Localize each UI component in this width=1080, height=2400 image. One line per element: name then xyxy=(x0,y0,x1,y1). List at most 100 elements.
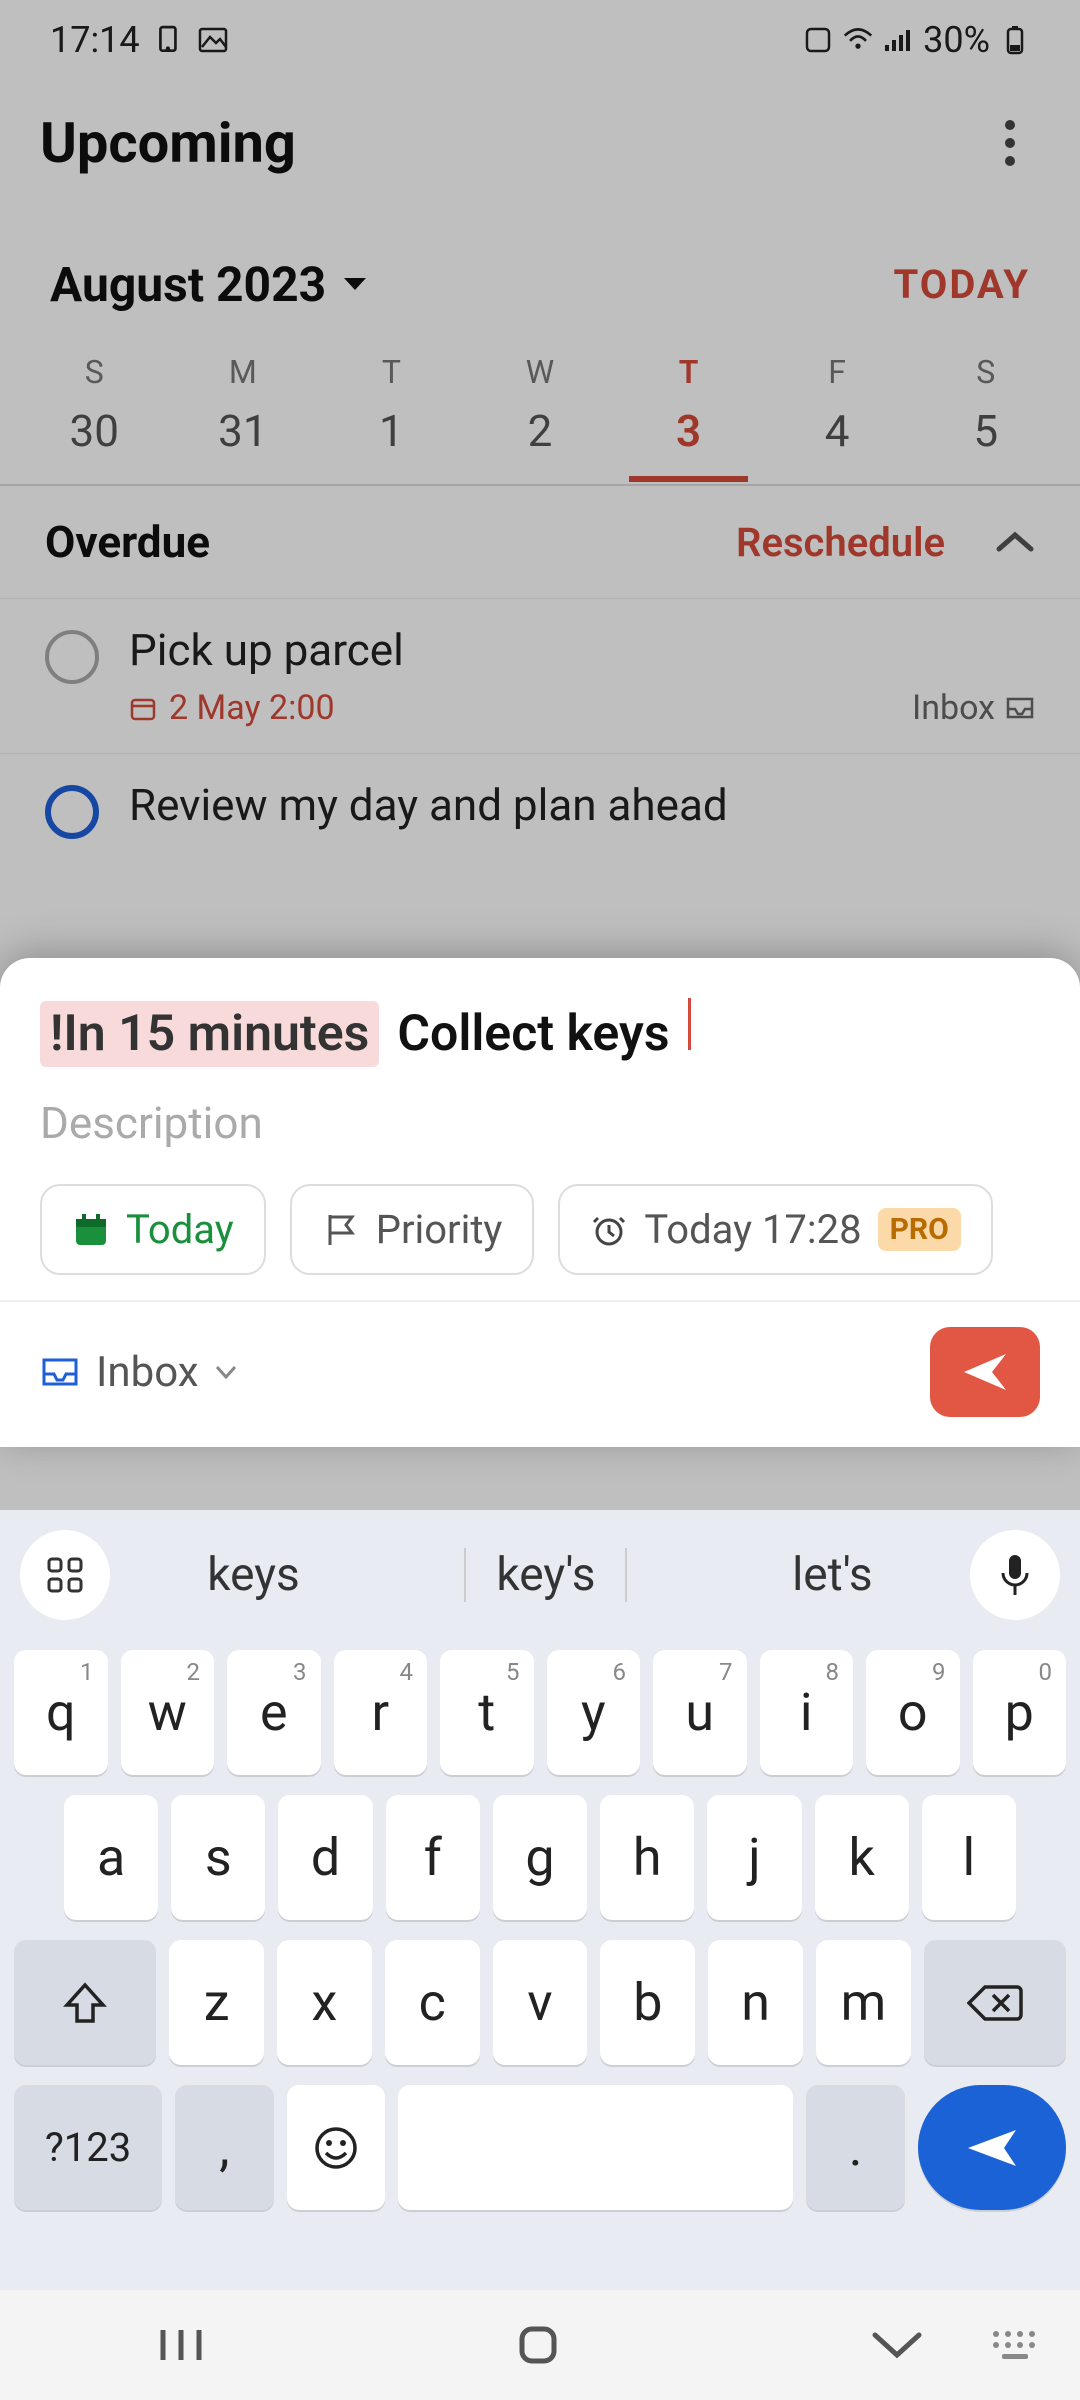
enter-key[interactable] xyxy=(918,2085,1066,2210)
key-f[interactable]: f xyxy=(386,1795,480,1920)
back-button[interactable] xyxy=(867,2327,927,2363)
key-k[interactable]: k xyxy=(815,1795,909,1920)
space-key[interactable] xyxy=(398,2085,793,2210)
task-row[interactable]: Review my day and plan ahead xyxy=(0,753,1080,868)
alarm-icon xyxy=(590,1211,628,1249)
key-s[interactable]: s xyxy=(171,1795,265,1920)
key-n[interactable]: n xyxy=(708,1940,803,2065)
today-button[interactable]: TODAY xyxy=(894,261,1030,308)
collapse-button[interactable] xyxy=(995,529,1035,555)
task-title: Review my day and plan ahead xyxy=(129,779,1035,831)
mic-icon xyxy=(999,1553,1031,1597)
weekday-label: T xyxy=(382,353,401,391)
backspace-key[interactable] xyxy=(924,1940,1066,2065)
overdue-heading: Overdue xyxy=(45,516,210,568)
key-a[interactable]: a xyxy=(64,1795,158,1920)
suggestion-2[interactable]: key's xyxy=(464,1548,627,1602)
day-column[interactable]: S 30 xyxy=(20,353,169,482)
day-number: 1 xyxy=(379,405,404,457)
project-label: Inbox xyxy=(96,1348,199,1397)
more-menu-button[interactable] xyxy=(980,113,1040,173)
key-v[interactable]: v xyxy=(493,1940,588,2065)
suggestion-1[interactable]: keys xyxy=(177,1548,329,1602)
inbox-icon xyxy=(1005,695,1035,721)
comma-key[interactable]: , xyxy=(175,2085,274,2210)
reschedule-button[interactable]: Reschedule xyxy=(736,519,945,566)
day-column[interactable]: M 31 xyxy=(169,353,318,482)
app-badge-icon xyxy=(803,25,833,55)
text-cursor xyxy=(688,998,691,1050)
day-column[interactable]: S 5 xyxy=(911,353,1060,482)
key-q[interactable]: q1 xyxy=(14,1650,108,1775)
emoji-icon xyxy=(313,2125,359,2171)
wifi-icon xyxy=(843,25,873,55)
keyboard-switch-button[interactable] xyxy=(990,2328,1040,2362)
voice-input-button[interactable] xyxy=(970,1530,1060,1620)
day-number: 2 xyxy=(528,405,553,457)
send-icon xyxy=(966,2128,1018,2168)
weekday-label: F xyxy=(828,353,846,391)
key-l[interactable]: l xyxy=(922,1795,1016,1920)
day-number: 3 xyxy=(676,405,701,457)
quick-add-sheet: !In 15 minutes Collect keys Description … xyxy=(0,958,1080,1447)
key-e[interactable]: e3 xyxy=(227,1650,321,1775)
key-p[interactable]: p0 xyxy=(973,1650,1067,1775)
week-strip: S 30 M 31 T 1 W 2 T 3 F xyxy=(0,343,1080,482)
flag-icon xyxy=(322,1211,360,1249)
period-key[interactable]: . xyxy=(806,2085,905,2210)
key-m[interactable]: m xyxy=(816,1940,911,2065)
project-selector[interactable]: Inbox xyxy=(40,1348,237,1397)
key-o[interactable]: o9 xyxy=(866,1650,960,1775)
suggestion-3[interactable]: let's xyxy=(762,1548,903,1602)
due-date-chip[interactable]: Today xyxy=(40,1184,266,1275)
key-r[interactable]: r4 xyxy=(334,1650,428,1775)
key-g[interactable]: g xyxy=(493,1795,587,1920)
key-u[interactable]: u7 xyxy=(653,1650,747,1775)
key-x[interactable]: x xyxy=(277,1940,372,2065)
key-h[interactable]: h xyxy=(600,1795,694,1920)
weekday-label: T xyxy=(679,353,699,391)
task-row[interactable]: Pick up parcel 2 May 2:00 Inbox xyxy=(0,598,1080,753)
day-column[interactable]: W 2 xyxy=(466,353,615,482)
calendar-icon xyxy=(129,694,157,722)
month-label: August 2023 xyxy=(50,256,326,313)
task-title-input[interactable]: !In 15 minutes Collect keys xyxy=(40,998,1040,1067)
day-column[interactable]: T 3 xyxy=(614,353,763,482)
day-column[interactable]: T 1 xyxy=(317,353,466,482)
key-i[interactable]: i8 xyxy=(760,1650,854,1775)
task-title-text: Collect keys xyxy=(397,1005,669,1063)
emoji-key[interactable] xyxy=(287,2085,386,2210)
priority-label: Priority xyxy=(376,1206,503,1253)
month-picker[interactable]: August 2023 xyxy=(50,256,368,313)
key-t[interactable]: t5 xyxy=(440,1650,534,1775)
page-title: Upcoming xyxy=(40,110,296,176)
submit-task-button[interactable] xyxy=(930,1327,1040,1417)
symbols-key[interactable]: ?123 xyxy=(14,2085,162,2210)
key-j[interactable]: j xyxy=(707,1795,801,1920)
nl-date-chip[interactable]: !In 15 minutes xyxy=(40,1001,379,1067)
backspace-icon xyxy=(967,1983,1023,2023)
system-nav-bar xyxy=(0,2290,1080,2400)
reminder-chip[interactable]: Today 17:28 PRO xyxy=(558,1184,992,1275)
shift-key[interactable] xyxy=(14,1940,156,2065)
key-c[interactable]: c xyxy=(385,1940,480,2065)
home-button[interactable] xyxy=(514,2321,562,2369)
soft-keyboard: keys key's let's q1w2e3r4t5y6u7i8o9p0 as… xyxy=(0,1510,1080,2400)
task-checkbox[interactable] xyxy=(45,630,99,684)
description-input[interactable]: Description xyxy=(40,1097,1040,1149)
day-column[interactable]: F 4 xyxy=(763,353,912,482)
key-y[interactable]: y6 xyxy=(547,1650,641,1775)
task-checkbox[interactable] xyxy=(45,785,99,839)
key-b[interactable]: b xyxy=(600,1940,695,2065)
key-z[interactable]: z xyxy=(169,1940,264,2065)
task-title: Pick up parcel xyxy=(129,624,1035,676)
key-w[interactable]: w2 xyxy=(121,1650,215,1775)
key-d[interactable]: d xyxy=(278,1795,372,1920)
grid-icon xyxy=(45,1555,85,1595)
task-due-date: 2 May 2:00 xyxy=(129,688,335,728)
recents-button[interactable] xyxy=(153,2324,209,2366)
priority-chip[interactable]: Priority xyxy=(290,1184,535,1275)
keyboard-tools-button[interactable] xyxy=(20,1530,110,1620)
day-number: 30 xyxy=(70,405,119,457)
music-icon xyxy=(154,25,184,55)
